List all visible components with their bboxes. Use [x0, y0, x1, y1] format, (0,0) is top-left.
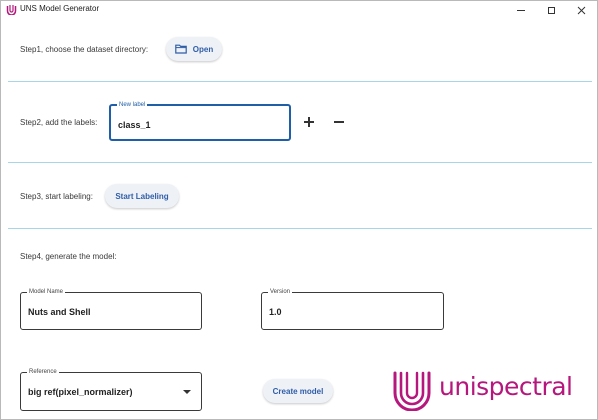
reference-select[interactable]: Reference big ref(pixel_normalizer) — [20, 368, 202, 411]
create-model-button[interactable]: Create model — [263, 379, 333, 403]
close-icon — [577, 6, 585, 14]
chevron-down-icon — [183, 390, 191, 394]
step3-label: Step3, start labeling: — [20, 192, 93, 201]
minimize-button[interactable] — [507, 1, 535, 19]
window-title: UNS Model Generator — [20, 4, 100, 13]
brand-logo-text: unispectral — [439, 372, 573, 401]
new-label-input[interactable]: New label class_1 — [109, 101, 291, 141]
start-labeling-button[interactable]: Start Labeling — [105, 184, 179, 208]
brand-logo: unispectral — [391, 369, 591, 411]
remove-label-button[interactable] — [331, 114, 347, 130]
reference-value: big ref(pixel_normalizer) — [28, 387, 133, 397]
step2-label: Step2, add the labels: — [20, 118, 98, 127]
divider — [8, 162, 592, 163]
maximize-button[interactable] — [537, 1, 565, 19]
model-name-value: Nuts and Shell — [28, 307, 91, 317]
minimize-icon — [517, 9, 525, 11]
model-name-input[interactable]: Model Name Nuts and Shell — [20, 288, 202, 330]
app-window: UNS Model Generator Step1, choose the da… — [0, 0, 598, 420]
divider — [8, 228, 592, 229]
open-button[interactable]: Open — [166, 37, 222, 61]
unispectral-logo-icon — [393, 371, 431, 411]
open-button-label: Open — [192, 44, 214, 54]
step4-label: Step4, generate the model: — [20, 252, 117, 261]
close-button[interactable] — [567, 1, 595, 19]
version-input[interactable]: Version 1.0 — [261, 288, 444, 330]
version-value: 1.0 — [269, 307, 282, 317]
reference-legend: Reference — [27, 368, 59, 376]
divider — [8, 81, 592, 82]
new-label-value: class_1 — [118, 120, 151, 130]
add-label-button[interactable] — [301, 114, 317, 130]
model-name-legend: Model Name — [27, 288, 66, 296]
folder-icon — [174, 44, 187, 54]
step1-label: Step1, choose the dataset directory: — [20, 45, 149, 54]
new-label-legend: New label — [117, 101, 148, 109]
title-bar: UNS Model Generator — [1, 1, 597, 19]
app-logo-icon — [6, 5, 17, 15]
maximize-icon — [547, 6, 555, 14]
version-legend: Version — [268, 288, 293, 296]
